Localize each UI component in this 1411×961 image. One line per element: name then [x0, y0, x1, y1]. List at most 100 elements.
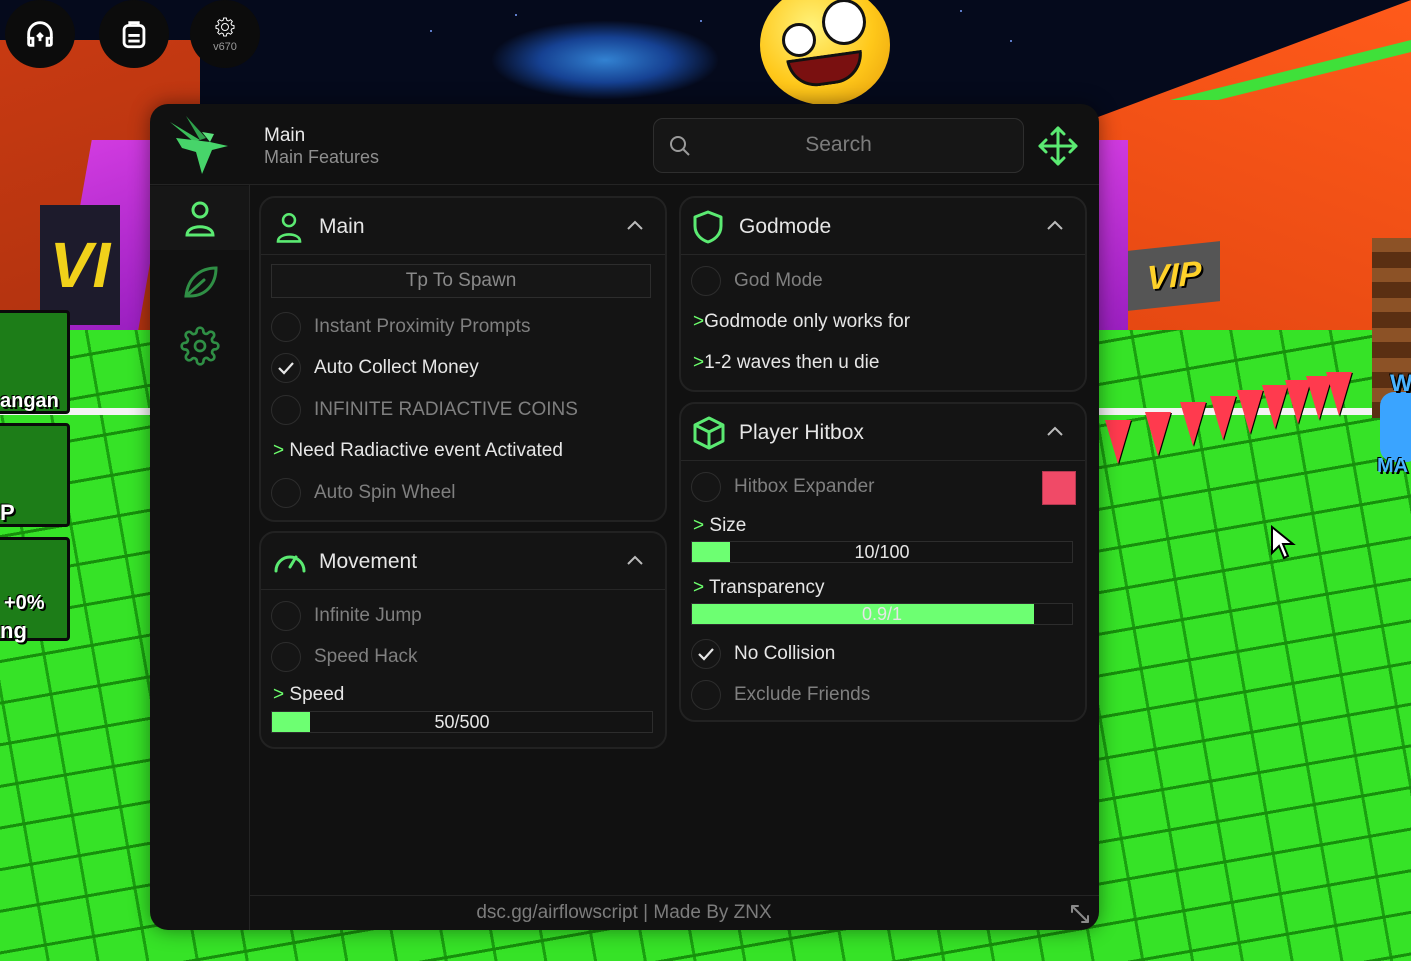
user-icon [184, 201, 215, 237]
section-godmode-header[interactable]: Godmode [681, 198, 1085, 255]
toggle-label: Hitbox Expander [734, 476, 875, 497]
bird-logo-icon [170, 116, 228, 174]
section-movement: Movement Infinite Jump Speed Hack > Spee… [259, 531, 667, 749]
move-icon[interactable] [1036, 124, 1080, 168]
resize-icon[interactable] [1069, 903, 1091, 925]
note-prefix: > [693, 577, 705, 598]
right-tag-2: MA [1377, 455, 1409, 477]
window-header[interactable]: Main Main Features Search [150, 104, 1099, 185]
section-main-header[interactable]: Main [261, 198, 665, 255]
sidebar [150, 185, 250, 930]
search-input[interactable]: Search [653, 118, 1024, 173]
toggle-infinite-jump[interactable]: Infinite Jump [271, 599, 655, 635]
toggle-label: Speed Hack [314, 646, 418, 667]
checkbox[interactable] [271, 312, 301, 342]
checkbox[interactable] [691, 639, 721, 669]
hitbox-color-picker[interactable] [1042, 471, 1076, 505]
purple-portal [1098, 140, 1128, 330]
checkbox[interactable] [691, 680, 721, 710]
note-radiactive-event: > Need Radiactive event Activated [273, 440, 563, 462]
note-prefix: > [693, 515, 705, 536]
section-hitbox-header[interactable]: Player Hitbox [681, 404, 1085, 461]
section-title: Player Hitbox [739, 421, 864, 444]
sidebar-item-main[interactable] [150, 186, 249, 250]
chevron-up-icon[interactable] [627, 220, 643, 230]
emoji-eye [822, 0, 866, 45]
vip-sign-left: VI [40, 205, 120, 325]
side-label: +0% [4, 592, 45, 614]
slider-label: Speed [289, 684, 345, 705]
checkbox[interactable] [271, 642, 301, 672]
side-label: P [0, 500, 15, 525]
spike [1180, 402, 1206, 446]
toggle-auto-spin-wheel[interactable]: Auto Spin Wheel [271, 476, 655, 512]
section-main: Main Tp To Spawn Instant Proximity Promp… [259, 196, 667, 522]
checkbox[interactable] [271, 395, 301, 425]
toggle-auto-collect-money[interactable]: Auto Collect Money [271, 351, 655, 387]
note-prefix: > [273, 684, 285, 705]
toggle-instant-proximity[interactable]: Instant Proximity Prompts [271, 310, 655, 346]
speed-slider[interactable]: 50/500 [271, 711, 653, 733]
checkmark-icon [698, 648, 714, 661]
checkbox[interactable] [691, 266, 721, 296]
checkbox[interactable] [691, 472, 721, 502]
window-footer: dsc.gg/airflowscript | Made By ZNX [249, 895, 1099, 930]
slider-value: 50/500 [434, 712, 490, 732]
search-placeholder: Search [805, 133, 872, 156]
chevron-up-icon[interactable] [1047, 220, 1063, 230]
backpack-icon [122, 21, 146, 49]
spike [1326, 372, 1352, 416]
toggle-label: Instant Proximity Prompts [314, 316, 531, 337]
gem [1380, 392, 1411, 462]
checkmark-icon [278, 362, 294, 375]
slider-label: Transparency [709, 577, 825, 598]
gear-icon [179, 326, 220, 366]
settings-button[interactable]: v670 [190, 0, 260, 68]
chevron-up-icon[interactable] [1047, 426, 1063, 436]
transparency-slider[interactable]: 0.9/1 [691, 603, 1073, 625]
section-title: Movement [319, 550, 418, 573]
transparency-label: > Transparency [693, 577, 825, 599]
spike [1105, 420, 1131, 464]
star [430, 30, 432, 32]
toggle-god-mode[interactable]: God Mode [691, 264, 1075, 300]
spike [1237, 390, 1263, 434]
note-text: Godmode only works for [704, 311, 911, 332]
script-window: Main Main Features Search Main Tp To Spa… [150, 104, 1099, 930]
section-title: Godmode [739, 215, 832, 238]
note-prefix: > [273, 440, 285, 461]
headphones-icon [27, 21, 53, 47]
speedometer-icon [274, 555, 306, 573]
toggle-infinite-radiactive-coins[interactable]: INFINITE RADIACTIVE COINS [271, 393, 655, 429]
cube-icon [693, 416, 725, 450]
toggle-label: Auto Collect Money [314, 357, 479, 378]
section-movement-header[interactable]: Movement [261, 533, 665, 590]
toggle-no-collision[interactable]: No Collision [691, 637, 1075, 673]
toggle-hitbox-expander[interactable]: Hitbox Expander [691, 470, 1075, 506]
mouse-cursor-icon [1271, 525, 1296, 560]
version-label: v670 [213, 41, 237, 53]
note-prefix: > [693, 352, 705, 373]
note-text: 1-2 waves then u die [704, 352, 880, 373]
chevron-up-icon[interactable] [627, 555, 643, 565]
headphones-button[interactable] [5, 0, 75, 68]
toggle-speed-hack[interactable]: Speed Hack [271, 640, 655, 676]
footer-credit: dsc.gg/airflowscript | Made By ZNX [476, 902, 772, 923]
backpack-button[interactable] [99, 0, 169, 68]
checkbox[interactable] [271, 478, 301, 508]
checkbox[interactable] [271, 601, 301, 631]
size-slider[interactable]: 10/100 [691, 541, 1073, 563]
checkbox[interactable] [271, 353, 301, 383]
side-label: ng [0, 618, 27, 643]
spike [1210, 396, 1236, 440]
godmode-note-1: >Godmode only works for [693, 311, 910, 333]
sidebar-item-settings[interactable] [150, 314, 249, 378]
toggle-label: No Collision [734, 643, 836, 664]
slider-label: Size [709, 515, 747, 536]
tp-to-spawn-button[interactable]: Tp To Spawn [271, 264, 651, 298]
toggle-exclude-friends[interactable]: Exclude Friends [691, 678, 1075, 714]
emoji-eye [782, 23, 816, 57]
star [515, 14, 517, 16]
sidebar-item-leaf[interactable] [150, 250, 249, 314]
side-label: angan [0, 390, 59, 412]
